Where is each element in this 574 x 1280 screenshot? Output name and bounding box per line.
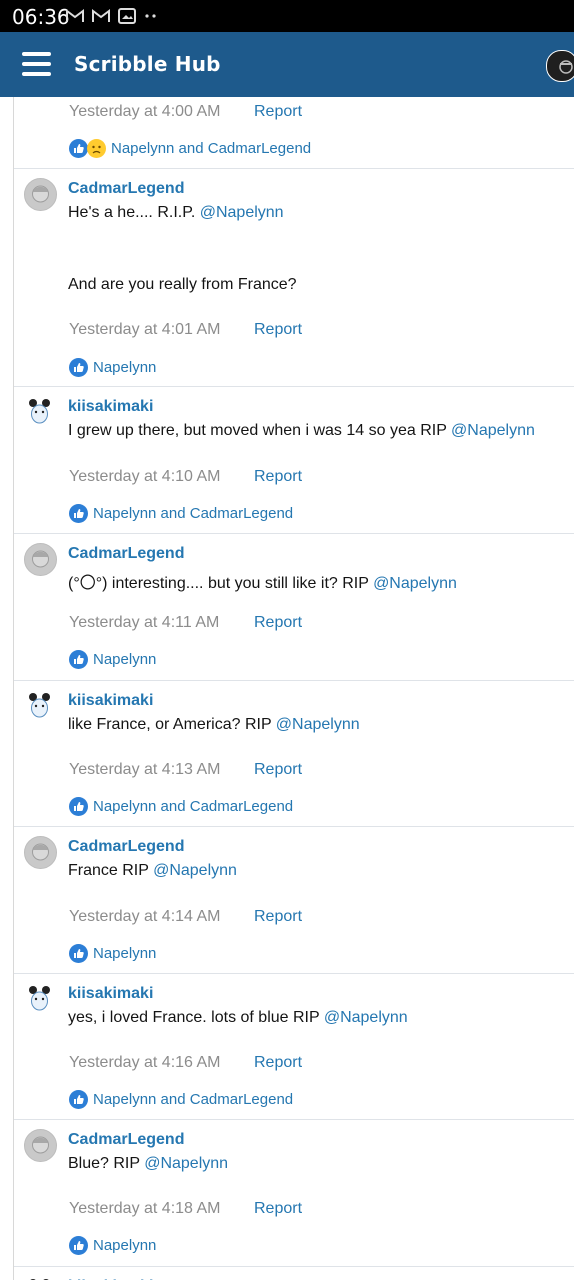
reactions-users[interactable]: Napelynn and CadmarLegend bbox=[111, 140, 311, 157]
message-text: France RIP @Napelynn bbox=[68, 862, 237, 880]
message-card: kiisakimaki I grew up there, but moved w… bbox=[14, 386, 574, 534]
report-link[interactable]: Report bbox=[254, 761, 302, 779]
dots-icon bbox=[145, 14, 156, 18]
conversation: Yesterday at 4:00 AM Report Napelynn and… bbox=[13, 97, 574, 1280]
message-card: CadmarLegend (°〇°) interesting.... but y… bbox=[14, 533, 574, 681]
reactions-users[interactable]: Napelynn bbox=[93, 359, 156, 376]
message-text-line2: And are you really from France? bbox=[68, 276, 297, 293]
username[interactable]: CadmarLegend bbox=[68, 180, 184, 198]
reactions[interactable]: Napelynn and CadmarLegend bbox=[69, 1090, 293, 1109]
report-link[interactable]: Report bbox=[254, 103, 302, 121]
avatar[interactable] bbox=[24, 983, 55, 1014]
reactions[interactable]: Napelynn bbox=[69, 650, 156, 669]
reactions-users[interactable]: Napelynn and CadmarLegend bbox=[93, 505, 293, 522]
avatar[interactable] bbox=[24, 1129, 57, 1162]
message-card: CadmarLegend Blue? RIP @Napelynn Yesterd… bbox=[14, 1119, 574, 1267]
menu-icon[interactable] bbox=[22, 52, 51, 76]
mention-link[interactable]: @Napelynn bbox=[144, 1155, 228, 1172]
message-body: France RIP bbox=[68, 862, 154, 879]
message-text: Blue? RIP @Napelynn bbox=[68, 1155, 228, 1173]
report-link[interactable]: Report bbox=[254, 468, 302, 486]
message-body: Blue? RIP bbox=[68, 1155, 145, 1172]
report-link[interactable]: Report bbox=[254, 908, 302, 926]
mention-link[interactable]: @Napelynn bbox=[373, 575, 457, 592]
message-time: Yesterday at 4:16 AM bbox=[69, 1054, 221, 1071]
status-time: 06:36 bbox=[12, 5, 70, 29]
username[interactable]: kiisakimaki bbox=[68, 985, 153, 1003]
incognito-icon[interactable] bbox=[546, 50, 574, 82]
message-text: (°〇°) interesting.... but you still like… bbox=[68, 569, 457, 593]
avatar[interactable] bbox=[24, 396, 55, 427]
message-time: Yesterday at 4:10 AM bbox=[69, 468, 221, 485]
like-icon bbox=[69, 1236, 88, 1255]
reactions-users[interactable]: Napelynn and CadmarLegend bbox=[93, 1091, 293, 1108]
mention-link[interactable]: @Napelynn bbox=[451, 422, 535, 439]
message-time: Yesterday at 4:11 AM bbox=[69, 614, 220, 631]
username[interactable]: kiisakimaki bbox=[68, 398, 153, 416]
message-card: CadmarLegend France RIP @Napelynn Yester… bbox=[14, 826, 574, 974]
app-bar: Scribble Hub bbox=[0, 32, 574, 97]
gmail-icon bbox=[66, 9, 84, 22]
reactions-users[interactable]: Napelynn bbox=[93, 945, 156, 962]
like-icon bbox=[69, 797, 88, 816]
message-time: Yesterday at 4:14 AM bbox=[69, 908, 221, 925]
message-time: Yesterday at 4:13 AM bbox=[69, 761, 221, 778]
like-icon bbox=[69, 139, 88, 158]
message-card: kiisakimaki like France, or America? RIP… bbox=[14, 680, 574, 827]
status-bar: 06:36 bbox=[0, 0, 574, 32]
reactions-users[interactable]: Napelynn bbox=[93, 1237, 156, 1254]
message-time: Yesterday at 4:18 AM bbox=[69, 1200, 221, 1217]
message-text: like France, or America? RIP @Napelynn bbox=[68, 716, 360, 734]
message-text: I grew up there, but moved when i was 14… bbox=[68, 422, 535, 440]
username[interactable]: CadmarLegend bbox=[68, 1131, 184, 1149]
report-link[interactable]: Report bbox=[254, 1054, 302, 1072]
mention-link[interactable]: @Napelynn bbox=[200, 204, 284, 221]
like-icon bbox=[69, 504, 88, 523]
avatar[interactable] bbox=[24, 1276, 55, 1280]
avatar[interactable] bbox=[24, 690, 55, 721]
username[interactable]: CadmarLegend bbox=[68, 838, 184, 856]
confused-emoji-icon bbox=[87, 139, 106, 158]
message-partial-top: Yesterday at 4:00 AM Report Napelynn and… bbox=[14, 97, 574, 169]
message-body: (°〇°) interesting.... but you still like… bbox=[68, 575, 374, 592]
like-icon bbox=[69, 944, 88, 963]
reactions-users[interactable]: Napelynn bbox=[93, 651, 156, 668]
reactions[interactable]: Napelynn bbox=[69, 944, 156, 963]
reactions[interactable]: Napelynn bbox=[69, 1236, 156, 1255]
mention-link[interactable]: @Napelynn bbox=[276, 716, 360, 733]
like-icon bbox=[69, 650, 88, 669]
message-body: He's a he.... R.I.P. bbox=[68, 204, 200, 221]
message-card: kiisakimaki yes, i loved France. lots of… bbox=[14, 973, 574, 1120]
mention-link[interactable]: @Napelynn bbox=[153, 862, 237, 879]
message-body: yes, i loved France. lots of blue RIP bbox=[68, 1009, 324, 1026]
message-text: He's a he.... R.I.P. @Napelynn bbox=[68, 204, 284, 222]
mention-link[interactable]: @Napelynn bbox=[324, 1009, 408, 1026]
avatar[interactable] bbox=[24, 543, 57, 576]
report-link[interactable]: Report bbox=[254, 614, 302, 632]
reactions[interactable]: Napelynn and CadmarLegend bbox=[69, 797, 293, 816]
avatar[interactable] bbox=[24, 178, 57, 211]
message-time: Yesterday at 4:00 AM bbox=[69, 103, 221, 120]
image-icon bbox=[118, 8, 136, 24]
message-body: I grew up there, but moved when i was 14… bbox=[68, 422, 452, 439]
gmail-icon bbox=[92, 9, 110, 22]
username[interactable]: kiisakimaki bbox=[68, 692, 153, 710]
message-body: like France, or America? RIP bbox=[68, 716, 276, 733]
like-icon bbox=[69, 358, 88, 377]
reactions[interactable]: Napelynn and CadmarLegend bbox=[69, 139, 311, 158]
reactions[interactable]: Napelynn and CadmarLegend bbox=[69, 504, 293, 523]
message-partial-bottom: kiisakimaki bbox=[14, 1266, 574, 1280]
reactions[interactable]: Napelynn bbox=[69, 358, 156, 377]
like-icon bbox=[69, 1090, 88, 1109]
message-text: yes, i loved France. lots of blue RIP @N… bbox=[68, 1009, 408, 1027]
message-card: CadmarLegend He's a he.... R.I.P. @Napel… bbox=[14, 168, 574, 387]
app-title[interactable]: Scribble Hub bbox=[74, 52, 221, 76]
message-time: Yesterday at 4:01 AM bbox=[69, 321, 221, 338]
username[interactable]: CadmarLegend bbox=[68, 545, 184, 563]
avatar[interactable] bbox=[24, 836, 57, 869]
reactions-users[interactable]: Napelynn and CadmarLegend bbox=[93, 798, 293, 815]
report-link[interactable]: Report bbox=[254, 1200, 302, 1218]
report-link[interactable]: Report bbox=[254, 321, 302, 339]
status-icons bbox=[66, 8, 158, 24]
